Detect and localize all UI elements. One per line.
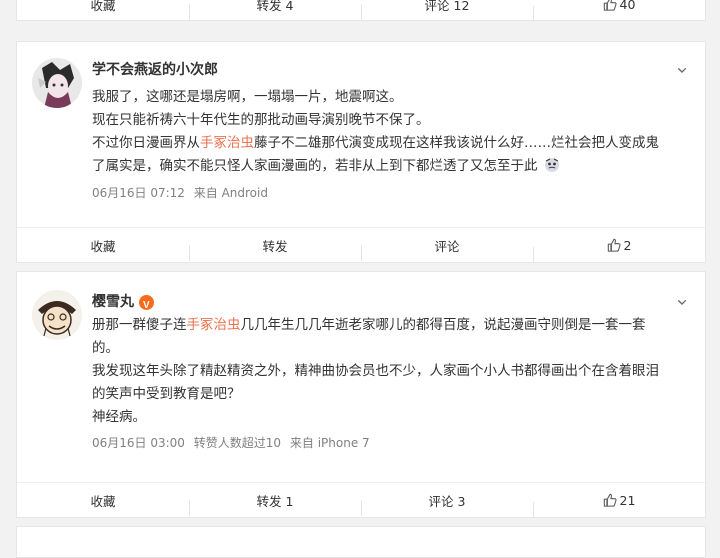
comment-button[interactable]: 评论 3 [361,491,533,516]
post-text: 册那一群傻子连手冢治虫几几年生几几年逝老家哪儿的都得百度，说起漫画守则倒是一套一… [92,314,685,429]
favorite-button[interactable]: 收藏 [17,0,189,14]
post-line: 不过你日漫画界从手冢治虫藤子不二雄那代演变成现在这样我该说什么好……烂社会把人变… [92,132,685,155]
like-button[interactable]: 2 [533,237,705,263]
post-meta: 06月16日 07:12 来自 Android [92,184,685,201]
username[interactable]: 学不会燕返的小次郎 [92,60,218,80]
like-button[interactable]: 40 [533,0,705,22]
topic-link[interactable]: 手冢治虫 [187,317,241,333]
comment-button[interactable]: 评论 12 [361,0,533,20]
post-line: 的。 [92,340,119,356]
post-date[interactable]: 06月16日 07:12 [92,186,185,200]
post-line: 神经病。 [92,409,146,425]
avatar-image [32,290,82,340]
chevron-down-icon[interactable] [677,65,687,75]
emoji-icon [544,158,559,172]
post-actions: 收藏 转发 1 评论 3 21 [17,482,705,518]
post-actions: 收藏 转发 评论 2 [17,227,705,263]
verified-badge-icon [139,294,154,316]
avatar[interactable] [32,58,82,108]
next-post-card [16,526,706,558]
favorite-button[interactable]: 收藏 [17,236,189,255]
repost-label: 转发 4 [256,0,294,13]
favorite-label: 收藏 [90,0,116,13]
post-line: 册那一群傻子连手冢治虫几几年生几几年逝老家哪儿的都得百度，说起漫画守则倒是一套一… [92,314,685,337]
avatar-image [32,58,82,108]
topic-link[interactable]: 手冢治虫 [200,135,254,151]
post-source: 来自 Android [193,186,268,200]
post-line: 现在只能祈祷六十年代生的那批动画导演别晚节不保了。 [92,112,430,128]
thumbs-up-icon [603,493,617,507]
post-date[interactable]: 06月16日 03:00 [92,436,185,450]
post-text-segment: 册那一群傻子连 [92,317,187,333]
like-count: 2 [623,237,632,253]
repost-label: 转发 1 [256,493,294,509]
thumbs-up-icon [603,0,617,11]
repost-label: 转发 [262,238,288,254]
previous-post-actions: 收藏 转发 4 评论 12 40 [17,0,705,22]
post-text-segment: 了属实是，确实不能只怪人家画漫画的，若非从上到下都烂透了又怎至于此 [92,158,538,174]
like-count: 21 [619,492,636,508]
comment-button[interactable]: 评论 [361,236,533,261]
repost-like-note: 转赞人数超过10 [193,436,282,450]
username-link[interactable]: 樱雪丸 [92,292,685,316]
post-line: 的笑声中受到教育是吧？ [92,386,241,402]
thumbs-up-icon [607,238,621,252]
chevron-down-icon[interactable] [677,297,687,307]
post-source: 来自 iPhone 7 [289,436,370,450]
previous-post-card: 收藏 转发 4 评论 12 40 [16,0,706,22]
post-card: 樱雪丸 册那一群傻子连手冢治虫几几年生几几年逝老家哪儿的都得百度，说起漫画守则倒… [16,271,706,518]
username[interactable]: 樱雪丸 [92,292,134,312]
comment-label: 评论 12 [424,0,470,13]
post-text-segment: 不过你日漫画界从 [92,135,200,151]
favorite-button[interactable]: 收藏 [17,491,189,510]
post-line: 我服了，这哪还是塌房啊，一塌塌一片，地震啊这。 [92,89,403,105]
post-text: 我服了，这哪还是塌房啊，一塌塌一片，地震啊这。 现在只能祈祷六十年代生的那批动画… [92,86,685,178]
repost-button[interactable]: 转发 1 [189,491,361,516]
post-line: 了属实是，确实不能只怪人家画漫画的，若非从上到下都烂透了又怎至于此 [92,155,685,178]
post-line: 我发现这年头除了精赵精资之外，精神曲协会员也不少，人家画个小人书都得画出个在含着… [92,363,659,379]
like-count: 40 [619,0,636,12]
comment-label: 评论 3 [428,493,466,509]
post-meta: 06月16日 03:00 转赞人数超过10 来自 iPhone 7 [92,434,685,451]
post-text-segment: 藤子不二雄那代演变成现在这样我该说什么好……烂社会把人变成鬼 [254,135,659,151]
avatar[interactable] [32,290,82,340]
like-button[interactable]: 21 [533,492,705,518]
favorite-label: 收藏 [90,238,116,254]
comment-label: 评论 [434,238,460,254]
post-text-segment: 几几年生几几年逝老家哪儿的都得百度，说起漫画守则倒是一套一套 [240,317,646,333]
post-card: 学不会燕返的小次郎 我服了，这哪还是塌房啊，一塌塌一片，地震啊这。 现在只能祈祷… [16,41,706,263]
repost-button[interactable]: 转发 [189,236,361,261]
favorite-label: 收藏 [90,493,116,509]
username-link[interactable]: 学不会燕返的小次郎 [92,60,685,80]
repost-button[interactable]: 转发 4 [189,0,361,20]
